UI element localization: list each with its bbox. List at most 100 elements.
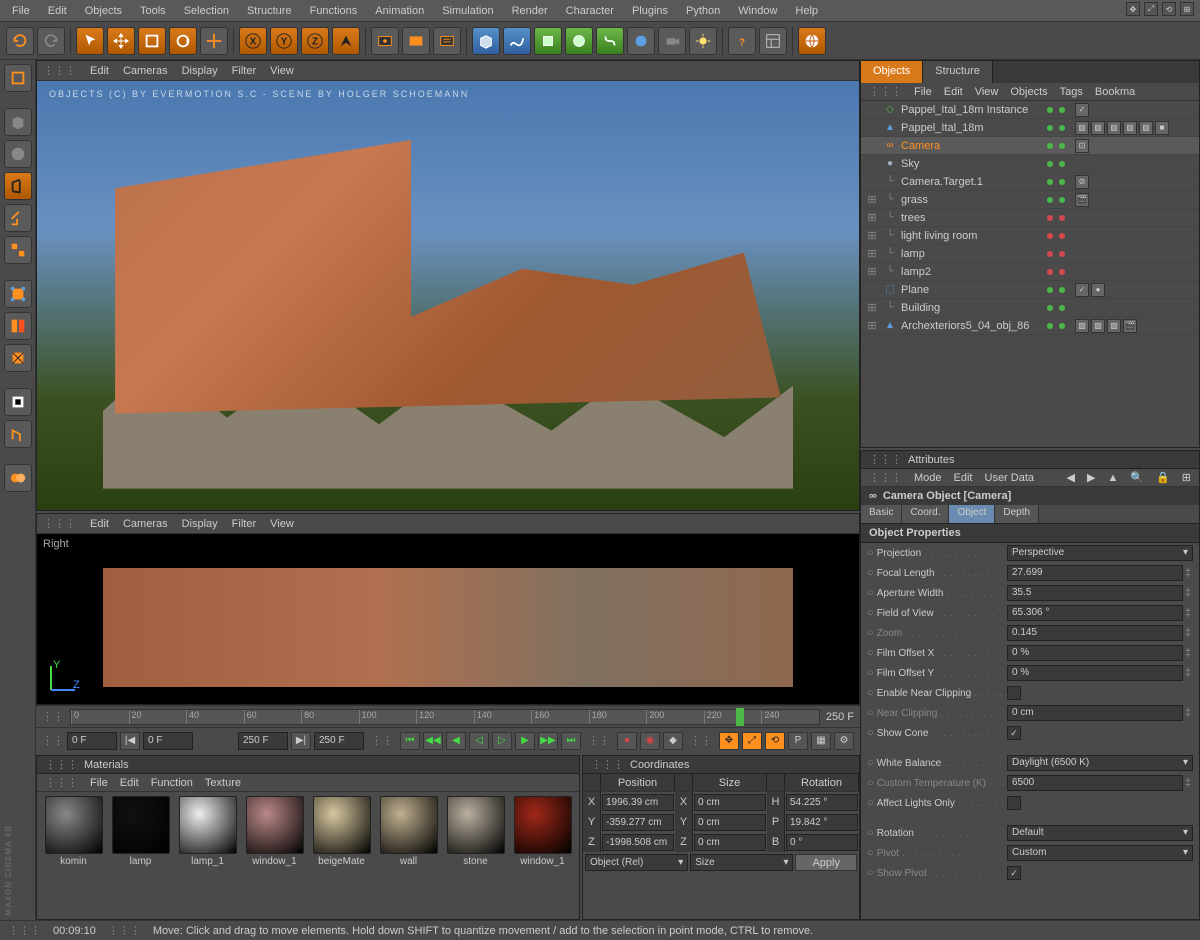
polygon-mode[interactable] [4,280,32,308]
attr-tab-coord[interactable]: Coord. [902,505,949,523]
play-last[interactable]: ⏭ [561,732,581,750]
object-tag[interactable]: ▨ [1091,319,1105,333]
play-next[interactable]: ▶ [515,732,535,750]
menu-render[interactable]: Render [504,2,556,20]
menu-character[interactable]: Character [558,2,622,20]
object-tag[interactable]: ● [1091,283,1105,297]
material-item[interactable]: stone [443,796,508,915]
object-row[interactable]: ⊞▲Archexteriors5_04_obj_86▨▨▨🎬 [861,317,1199,335]
z-axis-lock[interactable]: Z [301,27,329,55]
visibility-dots[interactable] [1041,251,1071,257]
object-row[interactable]: ⊞└lamp2 [861,263,1199,281]
mat-menu-edit[interactable]: Edit [120,777,139,789]
add-modeling[interactable] [565,27,593,55]
visibility-dots[interactable] [1041,161,1071,167]
attr-nav-fwd[interactable]: ▶ [1087,471,1095,484]
add-deformer[interactable] [596,27,624,55]
coord-pos-field[interactable]: -359.277 cm [602,814,674,831]
attr-nav-back[interactable]: ◀ [1067,471,1075,484]
attr-field[interactable]: 35.5 [1007,585,1183,601]
render-settings[interactable] [433,27,461,55]
undo-button[interactable] [6,27,34,55]
tweak-mode[interactable] [4,388,32,416]
attr-dropdown[interactable]: Daylight (6500 K) [1007,755,1193,771]
attr-dropdown[interactable]: Custom [1007,845,1193,861]
menu-file[interactable]: File [4,2,38,20]
object-axis-mode[interactable] [4,172,32,200]
add-light[interactable] [689,27,717,55]
obj-menu-file[interactable]: File [914,86,932,98]
attr-field[interactable]: 65.306 ° [1007,605,1183,621]
last-tool[interactable] [200,27,228,55]
object-row[interactable]: ⊞└trees [861,209,1199,227]
key-opts[interactable]: ⚙ [834,732,854,750]
object-row[interactable]: ◇Pappel_Ital_18m Instance✓ [861,101,1199,119]
visibility-dots[interactable] [1041,323,1071,329]
object-row[interactable]: ⊞└light living room [861,227,1199,245]
material-item[interactable]: beigeMate [309,796,374,915]
select-tool[interactable] [76,27,104,55]
attr-checkbox[interactable]: ✓ [1007,866,1021,880]
add-cube[interactable] [472,27,500,55]
object-tag[interactable]: ▨ [1075,121,1089,135]
object-row[interactable]: └Camera.Target.1⊘ [861,173,1199,191]
vp2-menu-edit[interactable]: Edit [90,518,109,530]
visibility-dots[interactable] [1041,287,1071,293]
obj-menu-tags[interactable]: Tags [1060,86,1083,98]
attr-checkbox[interactable] [1007,796,1021,810]
vp-menu-view[interactable]: View [270,65,294,77]
menu-selection[interactable]: Selection [176,2,237,20]
expand-icon[interactable]: ⊞ [865,229,879,242]
frame-total-field[interactable]: 250 F [314,732,364,750]
mat-menu-function[interactable]: Function [151,777,193,789]
add-spline[interactable] [503,27,531,55]
coord-size-field[interactable]: 0 cm [694,794,766,811]
key-param[interactable]: P [788,732,808,750]
object-row[interactable]: ⊞└Building [861,299,1199,317]
vp2-menu-display[interactable]: Display [182,518,218,530]
rotate-tool[interactable] [169,27,197,55]
coord-size-dropdown[interactable]: Size [690,854,793,871]
object-tag[interactable]: ⊘ [1075,175,1089,189]
attr-field[interactable]: 0 % [1007,645,1183,661]
object-tag[interactable]: 🎬 [1075,193,1089,207]
material-item[interactable]: wall [376,796,441,915]
object-tag[interactable]: ▨ [1091,121,1105,135]
menu-help[interactable]: Help [787,2,826,20]
menu-tools[interactable]: Tools [132,2,174,20]
attr-dropdown[interactable]: Default [1007,825,1193,841]
visibility-dots[interactable] [1041,215,1071,221]
coord-pos-field[interactable]: 1996.39 cm [602,794,674,811]
viewport2-render-area[interactable]: Right YZ [37,534,859,704]
obj-menu-bookmarks[interactable]: Bookma [1095,86,1135,98]
vp-menu-display[interactable]: Display [182,65,218,77]
expand-icon[interactable]: ⊞ [865,265,879,278]
object-row[interactable]: ⬚Plane✓● [861,281,1199,299]
vp-menu-edit[interactable]: Edit [90,65,109,77]
move-tool[interactable] [107,27,135,55]
attr-nav-up[interactable]: ▲ [1107,472,1118,484]
object-tag[interactable]: ▨ [1139,121,1153,135]
attr-field[interactable]: 0.145 [1007,625,1183,641]
vp2-menu-filter[interactable]: Filter [232,518,256,530]
point-mode[interactable] [4,204,32,232]
coord-rot-field[interactable]: 0 ° [786,834,858,851]
object-tag[interactable]: ▨ [1075,319,1089,333]
object-row[interactable]: ∞Camera⊡ [861,137,1199,155]
snap-toggle[interactable] [4,420,32,448]
menu-objects[interactable]: Objects [77,2,130,20]
key-scale[interactable]: ⤢ [742,732,762,750]
menu-edit[interactable]: Edit [40,2,75,20]
vp2-menu-view[interactable]: View [270,518,294,530]
material-item[interactable]: komin [41,796,106,915]
visibility-dots[interactable] [1041,143,1071,149]
frame-range-end-field[interactable]: 250 F [238,732,288,750]
obj-menu-view[interactable]: View [975,86,999,98]
attr-menu-icon[interactable]: ⊞ [1182,471,1191,484]
play-reverse[interactable]: ◁ [469,732,489,750]
menu-animation[interactable]: Animation [367,2,432,20]
timeline-ruler[interactable]: ⋮⋮ 020406080100120140160180200220240 250… [36,705,860,727]
attr-field[interactable]: 0 % [1007,665,1183,681]
attr-dropdown[interactable]: Perspective [1007,545,1193,561]
material-item[interactable]: window_1 [510,796,575,915]
